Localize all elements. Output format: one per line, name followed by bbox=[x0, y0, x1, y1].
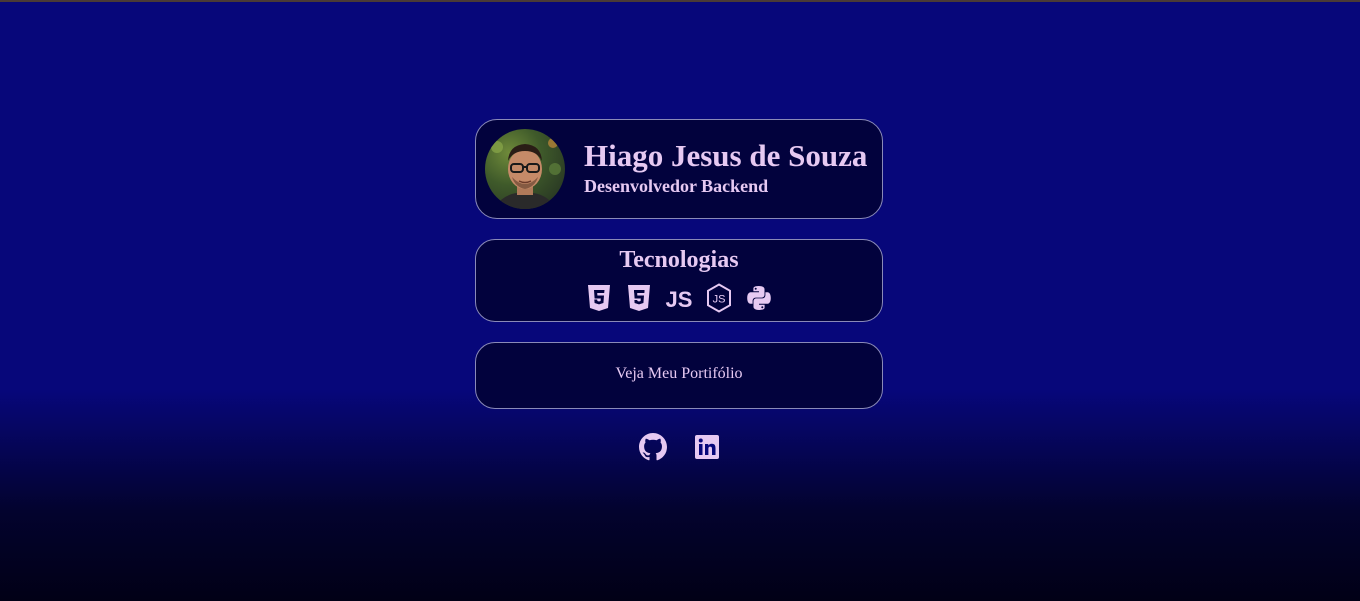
technologies-card: Tecnologias JS JS bbox=[475, 239, 883, 322]
portfolio-button[interactable]: Veja Meu Portifólio bbox=[475, 342, 883, 409]
nodejs-icon: JS bbox=[705, 282, 733, 314]
top-border-line bbox=[0, 0, 1360, 2]
social-links bbox=[0, 432, 1360, 464]
python-icon bbox=[745, 282, 773, 314]
css3-icon bbox=[625, 282, 653, 314]
svg-text:JS: JS bbox=[713, 294, 726, 306]
technologies-title: Tecnologias bbox=[619, 247, 739, 273]
profile-name: Hiago Jesus de Souza bbox=[584, 138, 868, 173]
avatar bbox=[485, 129, 565, 209]
linkedin-icon[interactable] bbox=[692, 432, 722, 462]
technologies-icon-row: JS JS bbox=[476, 282, 882, 314]
svg-text:JS: JS bbox=[666, 287, 693, 311]
github-icon[interactable] bbox=[638, 432, 668, 462]
profile-card: Hiago Jesus de Souza Desenvolvedor Backe… bbox=[475, 119, 883, 219]
javascript-icon: JS bbox=[665, 282, 693, 314]
profile-role: Desenvolvedor Backend bbox=[584, 176, 769, 196]
portfolio-button-label: Veja Meu Portifólio bbox=[615, 365, 743, 382]
html5-icon bbox=[585, 282, 613, 314]
